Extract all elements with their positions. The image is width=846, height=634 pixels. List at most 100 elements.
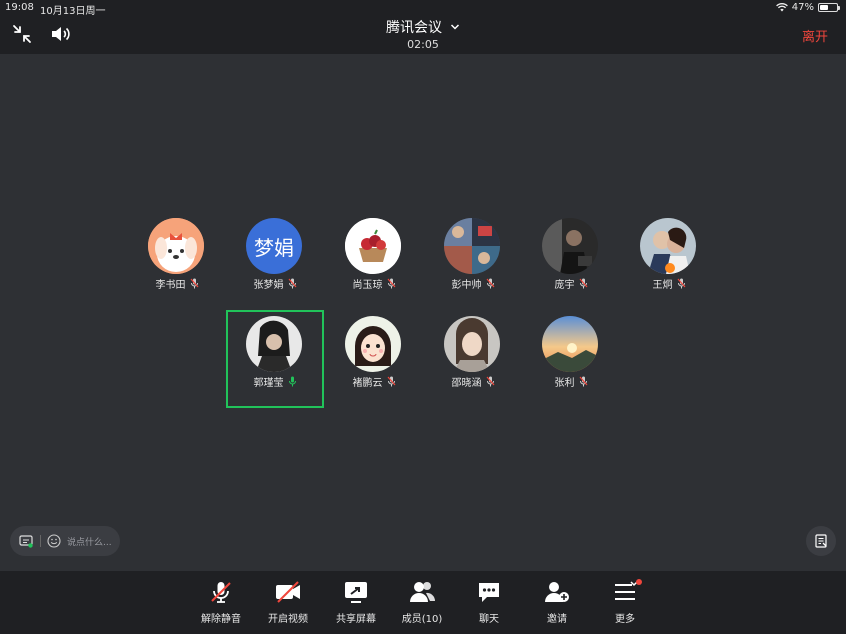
member-tile[interactable]: 褚鹏云 (325, 310, 423, 408)
photo-portrait-avatar (444, 316, 500, 372)
chat-label: 聊天 (479, 614, 499, 625)
member-tile[interactable]: 庞宇 (522, 212, 620, 310)
member-tile[interactable]: 张利 (522, 310, 620, 408)
chat-bubble-icon[interactable] (18, 533, 34, 549)
meeting-title-button[interactable]: 腾讯会议 (386, 17, 460, 37)
meeting-timer: 02:05 (407, 38, 439, 51)
avatar (444, 218, 500, 274)
notification-dot (636, 579, 642, 585)
member-tile[interactable]: 梦娟 张梦娟 (226, 212, 324, 310)
wifi-icon (775, 3, 788, 12)
status-time: 19:08 (5, 2, 34, 13)
share-label: 共享屏幕 (336, 614, 376, 625)
member-name-row: 褚鹏云 (325, 374, 423, 389)
photo-dark-avatar (542, 218, 598, 274)
member-name-row: 郭瑾莹 (228, 374, 322, 389)
member-name-row: 尚玉琼 (325, 276, 423, 291)
member-name: 彭中帅 (451, 280, 482, 291)
invite-label: 邀请 (547, 614, 567, 625)
battery-fill (820, 5, 828, 10)
status-bar: 19:08 10月13日周一 47% (0, 0, 846, 17)
member-tile[interactable]: 王炯 (620, 212, 718, 310)
member-tile[interactable]: 彭中帅 (424, 212, 522, 310)
member-name-row: 李书田 (128, 276, 226, 291)
unmute-button[interactable]: 解除静音 (191, 579, 251, 625)
member-tile[interactable]: 尚玉琼 (325, 212, 423, 310)
member-name: 褚鹏云 (352, 378, 383, 389)
emoji-icon[interactable] (47, 534, 61, 548)
member-name: 王炯 (652, 280, 673, 291)
more-label: 更多 (615, 614, 635, 625)
status-right: 47% (775, 2, 840, 13)
avatar (542, 316, 598, 372)
avatar (542, 218, 598, 274)
camera-off-icon (276, 581, 300, 603)
member-name: 郭瑾莹 (253, 378, 284, 389)
members-icon (410, 582, 436, 602)
mic-active-icon (288, 376, 296, 387)
more-button[interactable]: 更多 (595, 579, 655, 625)
divider (40, 535, 41, 547)
add-user-icon (545, 582, 569, 602)
member-name: 张梦娟 (253, 280, 284, 291)
invite-button[interactable]: 邀请 (527, 579, 587, 625)
share-screen-icon (345, 582, 367, 603)
mic-muted-icon (677, 278, 685, 289)
photo-collage-avatar (444, 218, 500, 274)
member-name: 邵晓涵 (451, 378, 482, 389)
meeting-title: 腾讯会议 (386, 20, 442, 36)
member-name: 李书田 (155, 280, 186, 291)
mic-off-icon (211, 582, 231, 603)
member-name-row: 邵晓涵 (424, 374, 522, 389)
meeting-header: 腾讯会议 02:05 离开 (0, 16, 846, 54)
avatar (444, 316, 500, 372)
notes-button[interactable] (806, 526, 836, 556)
unmute-label: 解除静音 (201, 614, 241, 625)
chat-placeholder[interactable]: 说点什么... (67, 535, 112, 548)
mic-muted-icon (387, 278, 395, 289)
member-name-row: 王炯 (620, 276, 718, 291)
mic-muted-icon (190, 278, 198, 289)
mic-muted-icon (486, 278, 494, 289)
members-label: 成员(10) (401, 614, 443, 625)
chat-input-bar[interactable]: 说点什么... (10, 526, 120, 556)
fruit-basket-avatar (345, 218, 401, 274)
cartoon-girl-avatar (345, 316, 401, 372)
avatar (148, 218, 204, 274)
start-video-button[interactable]: 开启视频 (258, 579, 318, 625)
avatar-initials: 梦娟 (254, 235, 294, 260)
photo-girl-avatar (246, 316, 302, 372)
chat-button[interactable]: 聊天 (459, 579, 519, 625)
members-button[interactable]: 成员(10) (392, 579, 452, 625)
video-label: 开启视频 (268, 614, 308, 625)
avatar (345, 316, 401, 372)
notes-icon (815, 534, 827, 548)
member-tile[interactable]: 李书田 (128, 212, 226, 310)
photo-sunset-avatar (542, 316, 598, 372)
status-date: 10月13日周一 (40, 6, 106, 17)
title-area: 腾讯会议 02:05 (0, 17, 846, 51)
member-name: 尚玉琼 (352, 280, 383, 291)
chat-icon (479, 583, 499, 602)
cartoon-dog-avatar (148, 218, 204, 274)
member-name-row: 彭中帅 (424, 276, 522, 291)
battery-percent: 47% (791, 2, 814, 13)
mic-muted-icon (579, 278, 587, 289)
member-tile[interactable]: 邵晓涵 (424, 310, 522, 408)
menu-icon (615, 581, 638, 600)
member-name-row: 庞宇 (522, 276, 620, 291)
host-badge (665, 263, 675, 273)
member-tile-active-speaker[interactable]: 郭瑾莹 (226, 310, 324, 408)
member-name: 庞宇 (554, 280, 575, 291)
bottom-toolbar: 解除静音 开启视频 共享屏幕 成员(10) 聊天 邀请 更多 (0, 571, 846, 634)
member-name: 张利 (554, 378, 575, 389)
avatar: 梦娟 (246, 218, 302, 274)
member-grid: 李书田 梦娟 张梦娟 尚玉琼 彭中帅 庞宇 王炯 郭瑾莹 褚鹏云 邵晓涵 张利 (0, 54, 846, 571)
share-screen-button[interactable]: 共享屏幕 (326, 579, 386, 625)
avatar (345, 218, 401, 274)
leave-button[interactable]: 离开 (802, 26, 828, 45)
mic-muted-icon (387, 376, 395, 387)
battery-icon (818, 3, 840, 12)
member-name-row: 张利 (522, 374, 620, 389)
chevron-down-icon (450, 24, 460, 30)
